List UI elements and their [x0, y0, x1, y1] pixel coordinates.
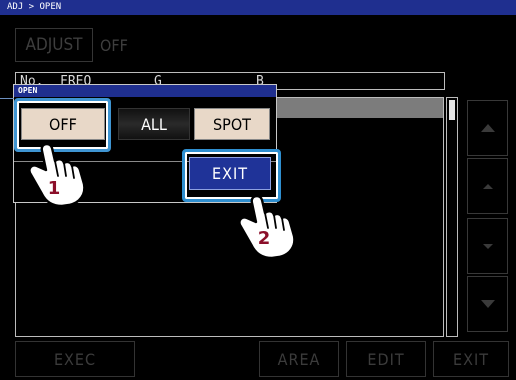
- scrollbar[interactable]: [446, 97, 458, 337]
- pointing-hand-icon: 1: [28, 142, 86, 208]
- adjust-button-label: ADJUST: [25, 35, 83, 55]
- scroll-up-icon: [480, 124, 495, 132]
- bottom-exit-button[interactable]: EXIT: [433, 341, 509, 377]
- breadcrumb: ADJ > OPEN: [7, 2, 62, 12]
- edit-label: EDIT: [367, 349, 405, 369]
- option-all-button[interactable]: ALL: [118, 108, 190, 140]
- page-down-icon: [482, 243, 493, 249]
- exec-button[interactable]: EXEC: [15, 341, 135, 377]
- scroll-down-icon: [480, 300, 495, 308]
- scroll-down-button[interactable]: [467, 276, 508, 332]
- popup-title: OPEN: [14, 85, 276, 97]
- option-all-label: ALL: [141, 114, 167, 134]
- step-1-number: 1: [48, 178, 61, 199]
- guide-line: [0, 98, 14, 99]
- pointing-hand-icon: 2: [238, 194, 296, 260]
- option-spot-button[interactable]: SPOT: [194, 108, 270, 140]
- page-up-button[interactable]: [467, 158, 508, 214]
- adjust-button[interactable]: ADJUST: [15, 28, 93, 62]
- scroll-up-button[interactable]: [467, 100, 508, 156]
- scroll-thumb[interactable]: [449, 100, 455, 120]
- area-button[interactable]: AREA: [259, 341, 339, 377]
- exec-label: EXEC: [53, 349, 97, 369]
- adjust-value: OFF: [100, 36, 128, 55]
- bottom-exit-label: EXIT: [453, 349, 489, 369]
- breadcrumb-bar: ADJ > OPEN: [0, 0, 516, 15]
- instrument-screen: ADJ > OPEN ADJUST OFF No. FREQ G B EXEC …: [0, 0, 516, 380]
- page-up-icon: [482, 183, 493, 189]
- page-down-button[interactable]: [467, 218, 508, 274]
- area-label: AREA: [277, 349, 321, 369]
- edit-button[interactable]: EDIT: [346, 341, 426, 377]
- step-2-number: 2: [258, 228, 271, 249]
- option-spot-label: SPOT: [213, 114, 251, 134]
